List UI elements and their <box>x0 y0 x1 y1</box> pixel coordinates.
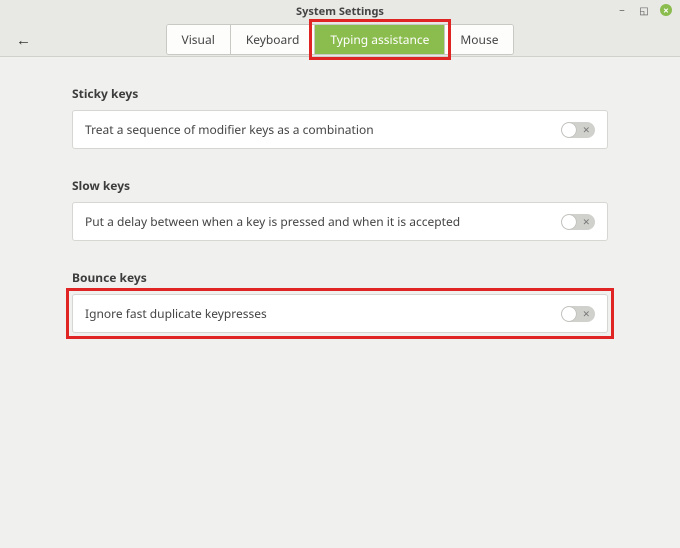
label-slow: Put a delay between when a key is presse… <box>85 213 460 230</box>
tab-mouse[interactable]: Mouse <box>445 25 513 54</box>
heading-bounce: Bounce keys <box>72 269 608 286</box>
minimize-icon[interactable]: − <box>616 4 628 16</box>
tab-visual[interactable]: Visual <box>167 25 231 54</box>
titlebar: System Settings − ◱ × <box>0 0 680 22</box>
section-sticky: Sticky keys Treat a sequence of modifier… <box>72 85 608 149</box>
section-slow: Slow keys Put a delay between when a key… <box>72 177 608 241</box>
row-sticky: Treat a sequence of modifier keys as a c… <box>72 110 608 149</box>
tab-typing-assistance[interactable]: Typing assistance <box>315 25 445 54</box>
label-sticky: Treat a sequence of modifier keys as a c… <box>85 121 374 138</box>
toggle-knob <box>562 215 576 229</box>
toggle-slow[interactable]: ✕ <box>561 214 595 230</box>
toggle-off-icon: ✕ <box>582 307 590 320</box>
window-title: System Settings <box>296 4 384 19</box>
close-icon[interactable]: × <box>660 4 672 16</box>
toggle-sticky[interactable]: ✕ <box>561 122 595 138</box>
toggle-knob <box>562 123 576 137</box>
tab-bar: Visual Keyboard Typing assistance Mouse <box>166 24 515 55</box>
header-bar: System Settings − ◱ × ← Visual Keyboard … <box>0 0 680 57</box>
tab-keyboard[interactable]: Keyboard <box>231 25 316 54</box>
row-bounce: Ignore fast duplicate keypresses ✕ <box>72 294 608 333</box>
toggle-off-icon: ✕ <box>582 123 590 136</box>
toolbar: ← Visual Keyboard Typing assistance Mous… <box>0 22 680 57</box>
back-icon: ← <box>16 30 31 50</box>
toggle-bounce[interactable]: ✕ <box>561 306 595 322</box>
maximize-icon[interactable]: ◱ <box>638 4 650 16</box>
content-area: Sticky keys Treat a sequence of modifier… <box>0 57 680 333</box>
heading-slow: Slow keys <box>72 177 608 194</box>
back-button[interactable]: ← <box>16 30 31 50</box>
section-bounce: Bounce keys Ignore fast duplicate keypre… <box>72 269 608 333</box>
toggle-knob <box>562 307 576 321</box>
row-slow: Put a delay between when a key is presse… <box>72 202 608 241</box>
toggle-off-icon: ✕ <box>582 215 590 228</box>
heading-sticky: Sticky keys <box>72 85 608 102</box>
label-bounce: Ignore fast duplicate keypresses <box>85 305 267 322</box>
window-controls: − ◱ × <box>616 4 672 16</box>
